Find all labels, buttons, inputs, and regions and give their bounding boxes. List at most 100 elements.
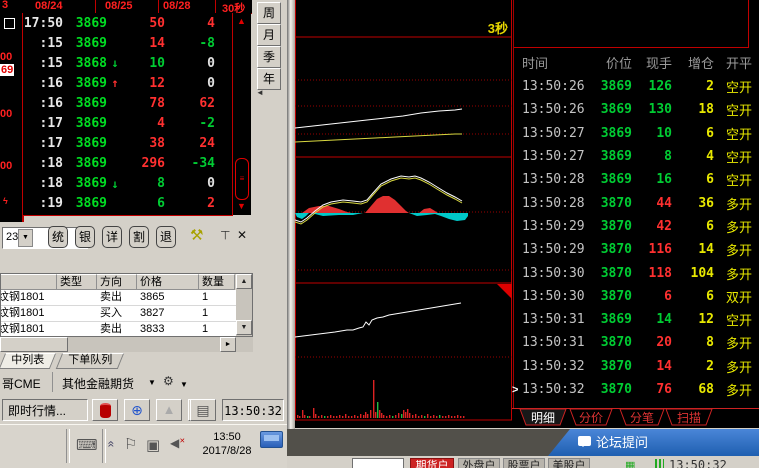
- trade-rows[interactable]: 13:50:26 3869 126 2 空开 13:50:26 3869 130…: [512, 75, 759, 401]
- show-desktop-button[interactable]: [260, 431, 283, 448]
- tick-row[interactable]: :19 3869 6 2: [23, 194, 232, 214]
- col-type[interactable]: 类型: [57, 274, 97, 290]
- network-button[interactable]: ⊕: [124, 399, 150, 421]
- trade-row[interactable]: 13:50:29 3870 116 14 多开: [512, 238, 759, 261]
- col-contract[interactable]: [1, 274, 57, 290]
- period-quarter-button[interactable]: 季: [257, 46, 281, 68]
- realtime-quote-button[interactable]: 即时行情...: [2, 399, 88, 421]
- selector-dropdown-icon[interactable]: ▼: [148, 378, 156, 387]
- collapse-left-icon[interactable]: ◄: [256, 88, 264, 97]
- more-dropdown-icon[interactable]: ▼: [180, 380, 188, 389]
- us-stock-account-button[interactable]: 美股户: [548, 458, 590, 468]
- col-add[interactable]: 增仓: [672, 53, 714, 72]
- chevron-icon[interactable]: «: [104, 441, 118, 448]
- tick-row[interactable]: :17 3869 38 24: [23, 134, 232, 154]
- exchange-label[interactable]: 哥CME: [2, 375, 41, 392]
- detail-tabs[interactable]: 明细 分价 分笔 扫描: [512, 408, 759, 428]
- trade-row[interactable]: > 13:50:32 3870 76 68 多开: [512, 378, 759, 401]
- trade-row[interactable]: 13:50:31 3870 20 8 多开: [512, 331, 759, 354]
- order-hscrollbar[interactable]: ►: [0, 337, 253, 352]
- trade-lot: 44: [656, 195, 672, 211]
- order-row[interactable]: 纹钢1801 买入 3827 1: [1, 306, 252, 322]
- tick-list[interactable]: 17:50 3869 50 4 :15 3869 14 -8 :15 3868 …: [22, 13, 233, 216]
- col-side[interactable]: 开平: [714, 53, 752, 72]
- alert-button[interactable]: ▲: [156, 399, 182, 421]
- scroll-up-icon[interactable]: ▲: [236, 274, 252, 289]
- forum-button[interactable]: 论坛提问: [548, 429, 759, 456]
- tick-row[interactable]: :18 3869 ↓ 8 0: [23, 174, 232, 194]
- scrollbar-thumb[interactable]: ≡: [235, 158, 249, 200]
- period-week-button[interactable]: 周: [257, 2, 281, 24]
- tick-row[interactable]: :16 3869 78 62: [23, 93, 232, 113]
- hscroll-thumb[interactable]: [0, 337, 68, 352]
- date-tab[interactable]: 08/25: [105, 0, 133, 12]
- market-selector[interactable]: 其他金融期货: [62, 375, 134, 392]
- col-price[interactable]: 价位: [586, 53, 632, 72]
- col-price[interactable]: 价格: [137, 274, 199, 290]
- trade-row[interactable]: 13:50:32 3870 14 2 多开: [512, 355, 759, 378]
- tick-scrollbar[interactable]: ▲ ≡ ▼: [233, 13, 251, 215]
- col-lot[interactable]: 现手: [632, 53, 672, 72]
- flag-icon[interactable]: ⚐: [124, 435, 137, 453]
- tick-row[interactable]: 17:50 3869 50 4: [23, 13, 232, 33]
- order-vscrollbar[interactable]: ▲ ▼: [236, 274, 252, 336]
- stats-button[interactable]: 统: [48, 226, 68, 248]
- trade-row[interactable]: 13:50:29 3870 42 6 多开: [512, 215, 759, 238]
- trade-row[interactable]: 13:50:26 3869 130 18 空开: [512, 98, 759, 121]
- foreign-account-button[interactable]: 外盘户: [458, 458, 500, 468]
- trade-row[interactable]: 13:50:31 3869 14 12 空开: [512, 308, 759, 331]
- tick-row[interactable]: :18 3869 296 -34: [23, 154, 232, 174]
- svg-text:扫描: 扫描: [677, 411, 701, 425]
- trade-side: 空开: [725, 173, 752, 189]
- scroll-down-icon[interactable]: ▼: [236, 320, 252, 335]
- gear-icon[interactable]: ⚙: [163, 374, 174, 388]
- period-month-button[interactable]: 月: [257, 24, 281, 46]
- date-header: 08/24 08/25 08/28 30秒: [22, 0, 252, 15]
- combo-dropdown-icon[interactable]: ▼: [18, 229, 33, 247]
- tools-icon[interactable]: ⚒: [190, 226, 203, 244]
- order-row[interactable]: 纹钢1801 卖出 3833 1: [1, 322, 252, 338]
- chart-area[interactable]: 3秒: [294, 0, 512, 428]
- col-direction[interactable]: 方向: [97, 274, 137, 290]
- trade-row[interactable]: 13:50:28 3870 44 36 多开: [512, 191, 759, 214]
- futures-account-button[interactable]: 期货户: [410, 458, 454, 468]
- col-qty[interactable]: 数量: [199, 274, 235, 290]
- keyboard-icon[interactable]: ⌨: [76, 436, 98, 454]
- stock-account-button[interactable]: 股票户: [503, 458, 545, 468]
- period-year-button[interactable]: 年: [257, 68, 281, 90]
- sheet-tab[interactable]: 中列表: [0, 353, 57, 369]
- trade-row[interactable]: 13:50:28 3869 16 6 空开: [512, 168, 759, 191]
- scroll-down-icon[interactable]: ▼: [235, 200, 248, 213]
- scroll-up-icon[interactable]: ▲: [235, 15, 248, 28]
- panel-splitter[interactable]: [287, 0, 295, 456]
- account-input[interactable]: [352, 458, 404, 468]
- trade-row[interactable]: 13:50:30 3870 118 104 多开: [512, 261, 759, 284]
- axis-value: 00: [0, 160, 13, 172]
- tick-row[interactable]: :15 3869 14 -8: [23, 33, 232, 53]
- col-time[interactable]: 时间: [522, 53, 586, 72]
- trade-lot: 6: [664, 288, 672, 304]
- cabinet-button[interactable]: ▤: [190, 399, 216, 421]
- date-tab[interactable]: 08/24: [35, 0, 63, 12]
- date-tab[interactable]: 08/28: [163, 0, 191, 12]
- tick-row[interactable]: :16 3869 ↑ 12 0: [23, 73, 232, 93]
- tick-row[interactable]: :15 3868 ↓ 10 0: [23, 53, 232, 73]
- database-button[interactable]: [92, 399, 118, 421]
- trade-row[interactable]: 13:50:26 3869 126 2 空开: [512, 75, 759, 98]
- detail-button[interactable]: 详: [102, 226, 122, 248]
- trade-time: 13:50:30: [522, 265, 585, 281]
- trade-row[interactable]: 13:50:30 3870 6 6 双开: [512, 285, 759, 308]
- tick-row[interactable]: :17 3869 4 -2: [23, 113, 232, 133]
- order-row[interactable]: 纹钢1801 卖出 3865 1: [1, 290, 252, 306]
- speaker-muted-icon[interactable]: ◀: [170, 436, 179, 450]
- bank-button[interactable]: 银: [75, 226, 95, 248]
- exit-button[interactable]: 退: [156, 226, 176, 248]
- scroll-right-icon[interactable]: ►: [220, 337, 236, 352]
- sheet-tab[interactable]: 下单队列: [55, 353, 125, 369]
- close-icon[interactable]: ✕: [237, 228, 247, 242]
- monitors-icon[interactable]: ▣: [146, 436, 160, 454]
- pin-icon[interactable]: ⊥: [220, 228, 230, 242]
- trade-row[interactable]: 13:50:27 3869 8 4 空开: [512, 145, 759, 168]
- cut-button[interactable]: 割: [129, 226, 149, 248]
- trade-row[interactable]: 13:50:27 3869 10 6 空开: [512, 122, 759, 145]
